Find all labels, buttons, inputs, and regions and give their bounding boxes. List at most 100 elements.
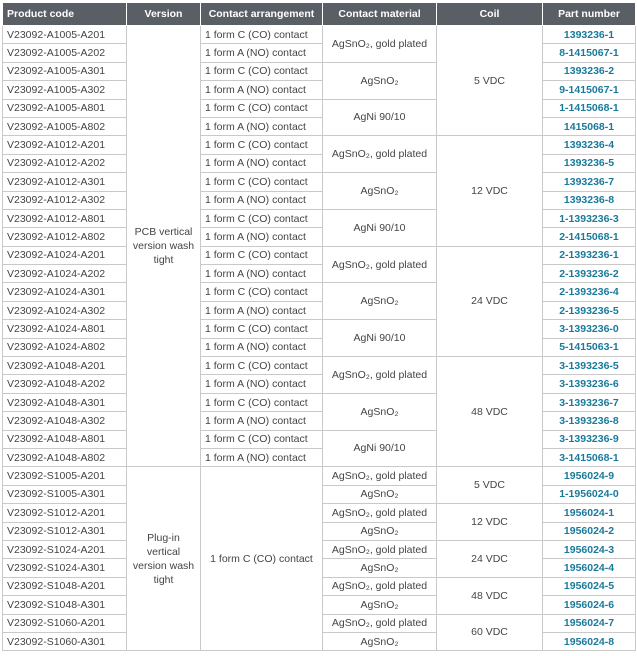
part-number-cell: 1956024-2: [542, 521, 636, 541]
contact-arrangement-cell: 1 form C (CO) contact: [200, 429, 323, 449]
coil-cell: 60 VDC: [436, 613, 543, 652]
contact-material-cell: AgNi 90/10: [322, 98, 437, 137]
contact-arrangement-cell: 1 form A (NO) contact: [200, 116, 323, 137]
contact-material-cell: AgSnO₂: [322, 61, 437, 100]
product-code-cell: V23092-A1012-A801: [2, 208, 127, 229]
coil-cell: 5 VDC: [436, 466, 543, 505]
part-number-cell: 1393236-4: [542, 135, 636, 155]
contact-arrangement-cell: 1 form A (NO) contact: [200, 447, 323, 468]
contact-material-cell: AgSnO₂, gold plated: [322, 613, 437, 633]
coil-cell: 12 VDC: [436, 135, 543, 247]
part-number-cell: 3-1393236-9: [542, 429, 636, 449]
contact-material-cell: AgSnO₂, gold plated: [322, 503, 437, 523]
contact-material-cell: AgSnO₂: [322, 521, 437, 541]
part-number-cell: 3-1393236-7: [542, 392, 636, 413]
coil-cell: 12 VDC: [436, 503, 543, 541]
part-number-cell: 3-1393236-6: [542, 374, 636, 394]
product-code-cell: V23092-S1005-A201: [2, 466, 127, 486]
coil-cell: 48 VDC: [436, 356, 543, 468]
product-code-cell: V23092-S1048-A201: [2, 576, 127, 597]
coil-cell: 24 VDC: [436, 245, 543, 358]
product-code-cell: V23092-A1024-A301: [2, 282, 127, 302]
part-number-cell: 2-1393236-2: [542, 264, 636, 284]
contact-material-cell: AgSnO₂: [322, 631, 437, 652]
part-number-cell: 1956024-9: [542, 466, 636, 486]
part-number-cell: 1393236-7: [542, 172, 636, 192]
contact-material-cell: AgSnO₂, gold plated: [322, 356, 437, 394]
contact-material-cell: AgSnO₂: [322, 484, 437, 505]
product-code-cell: V23092-S1012-A301: [2, 521, 127, 541]
contact-material-cell: AgSnO₂, gold plated: [322, 245, 437, 284]
product-code-cell: V23092-A1012-A201: [2, 135, 127, 155]
contact-arrangement-cell: 1 form A (NO) contact: [200, 264, 323, 284]
table-row: V23092-A1012-A201 1 form C (CO) contact Ag…: [2, 135, 636, 247]
contact-arrangement-cell: 1 form C (CO) contact: [200, 24, 323, 45]
product-code-cell: V23092-A1005-A202: [2, 43, 127, 63]
product-code-cell: V23092-A1005-A301: [2, 61, 127, 82]
header-product-code: Product code: [2, 2, 127, 26]
contact-arrangement-cell: 1 form A (NO) contact: [200, 411, 323, 431]
part-number-cell: 1-1393236-3: [542, 208, 636, 229]
contact-material-cell: AgSnO₂, gold plated: [322, 25, 437, 63]
product-code-cell: V23092-A1024-A802: [2, 337, 127, 358]
contact-arrangement-cell: 1 form A (NO) contact: [200, 337, 323, 358]
product-code-cell: V23092-S1024-A201: [2, 539, 127, 560]
table-row: V23092-S1005-A201 Plug-in vertical versio…: [2, 466, 636, 652]
header-row: Product code Version Contact arrangement…: [2, 2, 636, 26]
part-number-cell: 2-1393236-4: [542, 282, 636, 302]
product-code-cell: V23092-A1005-A302: [2, 80, 127, 100]
table-body: V23092-A1005-A201 PCB vertical version wa…: [2, 24, 636, 652]
part-number-cell: 1415068-1: [542, 116, 636, 137]
contact-arrangement-cell: 1 form C (CO) contact: [200, 319, 323, 339]
product-code-cell: V23092-A1024-A801: [2, 319, 127, 339]
part-number-cell: 1393236-8: [542, 190, 636, 210]
contact-material-cell: AgSnO₂, gold plated: [322, 576, 437, 597]
product-code-cell: V23092-A1048-A301: [2, 392, 127, 413]
part-number-cell: 9-1415067-1: [542, 80, 636, 100]
contact-arrangement-cell: 1 form A (NO) contact: [200, 227, 323, 247]
contact-arrangement-cell: 1 form C (CO) contact: [200, 245, 323, 266]
part-number-cell: 5-1415063-1: [542, 337, 636, 358]
contact-material-cell: AgSnO₂: [322, 392, 437, 431]
part-number-cell: 1956024-7: [542, 613, 636, 633]
contact-arrangement-cell: 1 form C (CO) contact: [200, 135, 323, 155]
contact-arrangement-cell: 1 form A (NO) contact: [200, 374, 323, 394]
coil-cell: 24 VDC: [436, 539, 543, 578]
version-cell: Plug-in vertical version wash tight: [126, 466, 201, 652]
header-part-number: Part number: [542, 2, 636, 26]
contact-material-cell: AgSnO₂: [322, 172, 437, 210]
contact-arrangement-cell: 1 form A (NO) contact: [200, 300, 323, 321]
product-code-cell: V23092-S1060-A301: [2, 631, 127, 652]
contact-arrangement-cell: 1 form A (NO) contact: [200, 153, 323, 174]
product-code-cell: V23092-S1060-A201: [2, 613, 127, 633]
contact-arrangement-cell: 1 form A (NO) contact: [200, 190, 323, 210]
contact-arrangement-cell: 1 form C (CO) contact: [200, 61, 323, 82]
part-number-cell: 1956024-3: [542, 539, 636, 560]
product-table: Product code Version Contact arrangement…: [2, 2, 636, 652]
coil-cell: 48 VDC: [436, 576, 543, 615]
product-code-cell: V23092-S1012-A201: [2, 503, 127, 523]
part-number-cell: 1393236-5: [542, 153, 636, 174]
part-number-cell: 1956024-1: [542, 503, 636, 523]
product-code-cell: V23092-A1024-A202: [2, 264, 127, 284]
contact-arrangement-cell: 1 form C (CO) contact: [200, 392, 323, 413]
coil-cell: 5 VDC: [436, 24, 543, 137]
part-number-cell: 2-1393236-5: [542, 300, 636, 321]
header-version: Version: [126, 2, 201, 26]
product-code-cell: V23092-A1005-A201: [2, 24, 127, 45]
part-number-cell: 1956024-4: [542, 558, 636, 578]
part-number-cell: 2-1393236-1: [542, 245, 636, 266]
part-number-cell: 1-1956024-0: [542, 484, 636, 505]
contact-material-cell: AgNi 90/10: [322, 319, 437, 358]
version-cell: PCB vertical version wash tight: [126, 24, 201, 468]
contact-material-cell: AgSnO₂: [322, 558, 437, 578]
contact-material-cell: AgSnO₂, gold plated: [322, 135, 437, 174]
part-number-cell: 3-1393236-0: [542, 319, 636, 339]
product-code-cell: V23092-A1048-A801: [2, 429, 127, 449]
part-number-cell: 3-1393236-8: [542, 411, 636, 431]
contact-arrangement-cell: 1 form C (CO) contact: [200, 356, 323, 376]
header-coil: Coil: [436, 2, 543, 26]
contact-arrangement-cell: 1 form C (CO) contact: [200, 466, 323, 652]
header-contact-material: Contact material: [322, 2, 437, 26]
contact-arrangement-cell: 1 form C (CO) contact: [200, 208, 323, 229]
